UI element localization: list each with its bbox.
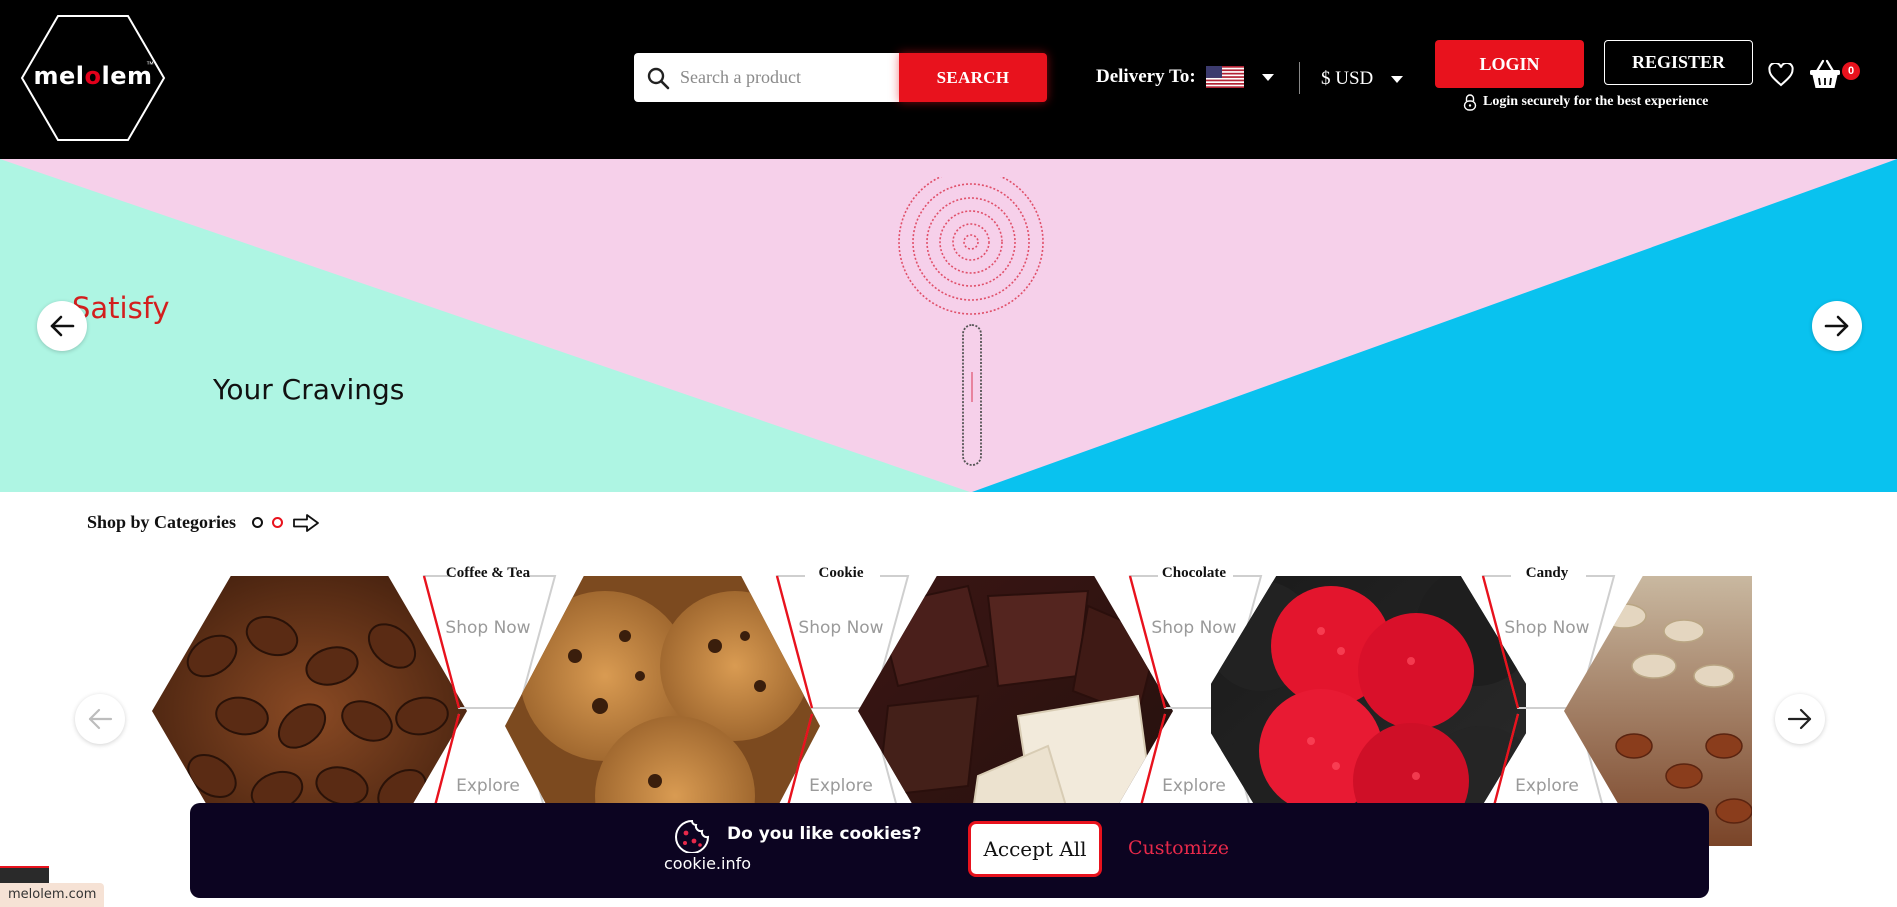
search-input[interactable] (680, 67, 870, 88)
cookie-consent-banner: Do you like cookies? cookie.info Accept … (190, 803, 1709, 898)
delivery-dropdown-icon (1261, 73, 1274, 81)
register-button[interactable]: REGISTER (1604, 40, 1753, 85)
customize-link[interactable]: Customize (1128, 837, 1229, 859)
accept-all-button[interactable]: Accept All (968, 821, 1102, 877)
categories-prev-button[interactable] (75, 694, 125, 744)
basket-icon[interactable] (1808, 58, 1842, 90)
cookie-question: Do you like cookies? (727, 824, 922, 844)
site-header: melolem ™ SEARCH Delivery To: (0, 0, 1897, 159)
search-icon (647, 67, 670, 89)
heart-icon[interactable] (1768, 63, 1794, 87)
categories-title: Shop by Categories (87, 512, 237, 532)
status-bar-url: melolem.com (0, 883, 105, 907)
hero-banner: Satisfy Your Cravings (0, 159, 1897, 492)
cart-count-badge: 0 (1842, 62, 1860, 80)
hero-prev-button[interactable] (37, 301, 87, 351)
lollipop-illustration (898, 177, 1044, 466)
delivery-label: Delivery To: (1096, 66, 1196, 87)
lock-icon (1463, 94, 1477, 111)
carousel-dot-1[interactable] (252, 517, 264, 528)
us-flag-icon (1205, 66, 1244, 88)
view-all-arrow-icon[interactable] (292, 513, 320, 533)
header-divider (1299, 62, 1300, 94)
currency-selector[interactable]: $ USD (1321, 64, 1404, 94)
arrow-right-icon (1787, 708, 1812, 730)
search-bar: SEARCH (634, 53, 1047, 102)
secure-login-text: Login securely for the best experience (1483, 94, 1709, 109)
hero-title-line2: Your Cravings (213, 373, 405, 406)
melolem-logo[interactable]: melolem ™ (20, 14, 166, 142)
secure-login-note: Login securely for the best experience (1462, 93, 1708, 111)
delivery-selector[interactable]: Delivery To: (1096, 62, 1274, 92)
arrow-left-icon (88, 708, 113, 730)
search-button[interactable]: SEARCH (899, 53, 1047, 102)
cookie-source: cookie.info (664, 854, 752, 873)
categories-next-button[interactable] (1775, 694, 1825, 744)
arrow-left-icon (50, 315, 75, 337)
carousel-dot-2[interactable] (272, 517, 284, 528)
arrow-right-icon (1824, 315, 1849, 337)
login-button[interactable]: LOGIN (1435, 40, 1584, 88)
search-field[interactable] (634, 53, 899, 102)
currency-dropdown-icon (1391, 75, 1404, 83)
hero-title-line1: Satisfy (72, 291, 170, 325)
currency-label: $ USD (1321, 68, 1374, 89)
categories-header: Shop by Categories (87, 512, 320, 533)
logo-wordmark: melolem (33, 62, 153, 90)
hero-next-button[interactable] (1812, 301, 1862, 351)
cookie-icon (675, 819, 710, 853)
logo-trademark: ™ (146, 60, 154, 69)
floating-tab[interactable] (0, 866, 49, 883)
